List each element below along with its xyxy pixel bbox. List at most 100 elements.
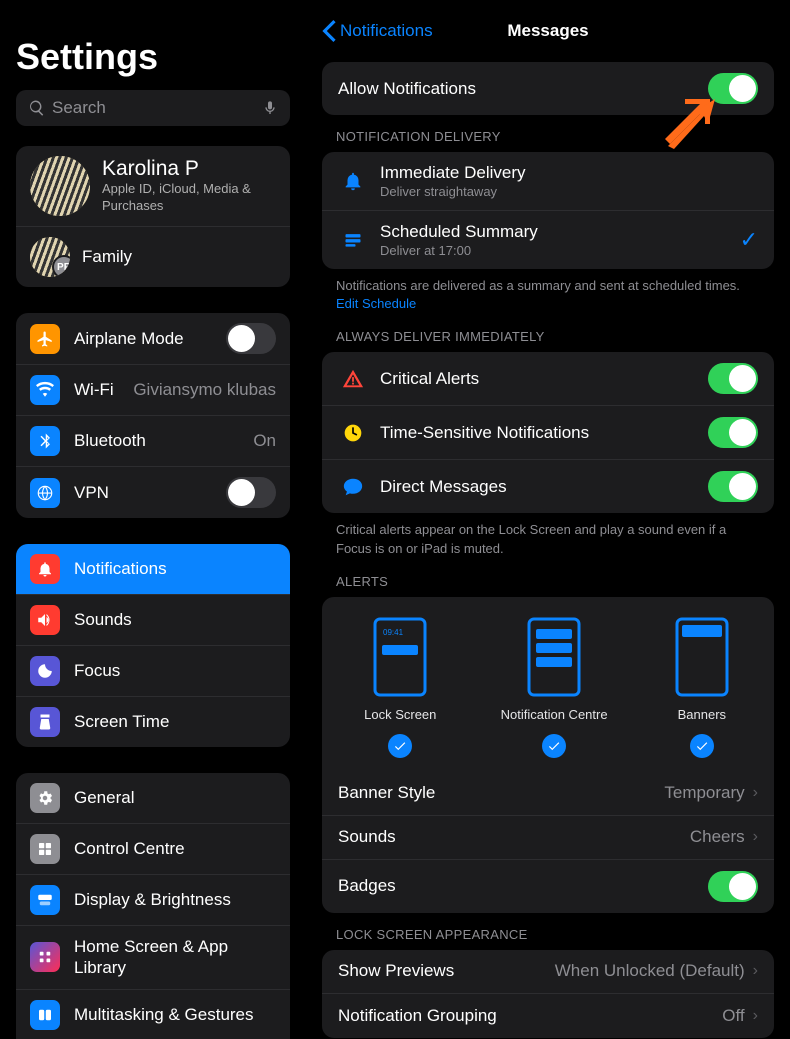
general-icon — [30, 783, 60, 813]
chevron-right-icon: › — [753, 962, 758, 980]
profile-name: Karolina P — [102, 157, 276, 181]
airplane-toggle[interactable] — [226, 323, 276, 354]
critical-alerts-row[interactable]: Critical Alerts — [322, 352, 774, 406]
display-icon — [30, 885, 60, 915]
timesensitive-toggle[interactable] — [708, 417, 758, 448]
notifications-label: Notifications — [74, 559, 276, 579]
bluetooth-row[interactable]: Bluetooth On — [16, 416, 290, 467]
lockscreen-preview-icon: 09:41 — [370, 617, 430, 697]
chevron-right-icon: › — [753, 1007, 758, 1025]
banners-check[interactable] — [690, 734, 714, 758]
mic-icon[interactable] — [262, 100, 278, 116]
homescreen-row[interactable]: Home Screen & App Library — [16, 926, 290, 990]
direct-label: Direct Messages — [380, 477, 708, 497]
lockscreen-check[interactable] — [388, 734, 412, 758]
display-row[interactable]: Display & Brightness — [16, 875, 290, 926]
vpn-toggle[interactable] — [226, 477, 276, 508]
lockappear-header: LOCK SCREEN APPEARANCE — [336, 927, 774, 942]
vpn-icon — [30, 478, 60, 508]
scheduled-title: Scheduled Summary — [380, 222, 740, 242]
sounds-detail-row[interactable]: Sounds Cheers › — [322, 816, 774, 860]
scheduled-summary-row[interactable]: Scheduled Summary Deliver at 17:00 ✓ — [322, 211, 774, 269]
notifications-icon — [30, 554, 60, 584]
chevron-right-icon: › — [753, 828, 758, 846]
allow-notifications-toggle[interactable] — [708, 73, 758, 104]
bluetooth-label: Bluetooth — [74, 431, 253, 451]
always-footer: Critical alerts appear on the Lock Scree… — [336, 521, 760, 557]
banner-style-value: Temporary — [664, 783, 744, 803]
apple-id-row[interactable]: Karolina P Apple ID, iCloud, Media & Pur… — [16, 146, 290, 227]
general-row[interactable]: General — [16, 773, 290, 824]
allow-notifications-label: Allow Notifications — [338, 79, 708, 99]
warning-icon — [338, 364, 368, 394]
grouping-label: Notification Grouping — [338, 1006, 722, 1026]
sounds-detail-label: Sounds — [338, 827, 690, 847]
family-label: Family — [82, 247, 276, 267]
banner-style-row[interactable]: Banner Style Temporary › — [322, 772, 774, 816]
allow-notifications-row[interactable]: Allow Notifications — [322, 62, 774, 115]
svg-text:09:41: 09:41 — [383, 628, 404, 637]
page-title: Settings — [16, 36, 290, 78]
wifi-row[interactable]: Wi-Fi Giviansymo klubas — [16, 365, 290, 416]
alerts-tiles: 09:41 Lock Screen Notification Centre Ba… — [322, 597, 774, 772]
delivery-header: NOTIFICATION DELIVERY — [336, 129, 774, 144]
vpn-row[interactable]: VPN — [16, 467, 290, 518]
badges-toggle[interactable] — [708, 871, 758, 902]
multitasking-icon — [30, 1000, 60, 1030]
previews-row[interactable]: Show Previews When Unlocked (Default) › — [322, 950, 774, 994]
sounds-detail-value: Cheers — [690, 827, 745, 847]
grouping-row[interactable]: Notification Grouping Off › — [322, 994, 774, 1038]
edit-schedule-link[interactable]: Edit Schedule — [336, 296, 416, 311]
badges-row[interactable]: Badges — [322, 860, 774, 913]
multitasking-row[interactable]: Multitasking & Gestures — [16, 990, 290, 1039]
previews-label: Show Previews — [338, 961, 555, 981]
controlcentre-icon — [30, 834, 60, 864]
screentime-row[interactable]: Screen Time — [16, 697, 290, 747]
family-avatar: PR — [30, 237, 70, 277]
homescreen-label: Home Screen & App Library — [74, 936, 276, 979]
lockscreen-label: Lock Screen — [364, 707, 436, 722]
sounds-label: Sounds — [74, 610, 276, 630]
previews-value: When Unlocked (Default) — [555, 961, 745, 981]
focus-row[interactable]: Focus — [16, 646, 290, 697]
multitasking-label: Multitasking & Gestures — [74, 1005, 276, 1025]
search-icon — [28, 99, 46, 117]
nav-title: Messages — [507, 21, 588, 41]
airplane-label: Airplane Mode — [74, 329, 226, 349]
always-header: ALWAYS DELIVER IMMEDIATELY — [336, 329, 774, 344]
badges-label: Badges — [338, 876, 708, 896]
critical-toggle[interactable] — [708, 363, 758, 394]
detail-panel: Notifications Messages Allow Notificatio… — [306, 0, 790, 1039]
wifi-label: Wi-Fi — [74, 380, 133, 400]
immediate-sub: Deliver straightaway — [380, 184, 758, 199]
direct-toggle[interactable] — [708, 471, 758, 502]
wifi-icon — [30, 375, 60, 405]
notifications-row[interactable]: Notifications — [16, 544, 290, 595]
alerts-header: ALERTS — [336, 574, 774, 589]
timesensitive-row[interactable]: Time-Sensitive Notifications — [322, 406, 774, 460]
banner-style-label: Banner Style — [338, 783, 664, 803]
airplane-mode-row[interactable]: Airplane Mode — [16, 313, 290, 365]
chevron-left-icon — [322, 20, 336, 42]
critical-label: Critical Alerts — [380, 369, 708, 389]
banners-label: Banners — [678, 707, 726, 722]
family-row[interactable]: PR Family — [16, 227, 290, 287]
search-input[interactable]: Search — [16, 90, 290, 126]
notifcentre-tile[interactable]: Notification Centre — [501, 617, 608, 758]
homescreen-icon — [30, 942, 60, 972]
sounds-row[interactable]: Sounds — [16, 595, 290, 646]
immediate-title: Immediate Delivery — [380, 163, 758, 183]
back-button[interactable]: Notifications — [322, 20, 433, 42]
lockscreen-tile[interactable]: 09:41 Lock Screen — [364, 617, 436, 758]
summary-icon — [338, 225, 368, 255]
airplane-icon — [30, 324, 60, 354]
grouping-value: Off — [722, 1006, 744, 1026]
banners-preview-icon — [672, 617, 732, 697]
vpn-label: VPN — [74, 483, 226, 503]
immediate-delivery-row[interactable]: Immediate Delivery Deliver straightaway — [322, 152, 774, 211]
controlcentre-row[interactable]: Control Centre — [16, 824, 290, 875]
direct-messages-row[interactable]: Direct Messages — [322, 460, 774, 513]
banners-tile[interactable]: Banners — [672, 617, 732, 758]
display-label: Display & Brightness — [74, 890, 276, 910]
notifcentre-check[interactable] — [542, 734, 566, 758]
